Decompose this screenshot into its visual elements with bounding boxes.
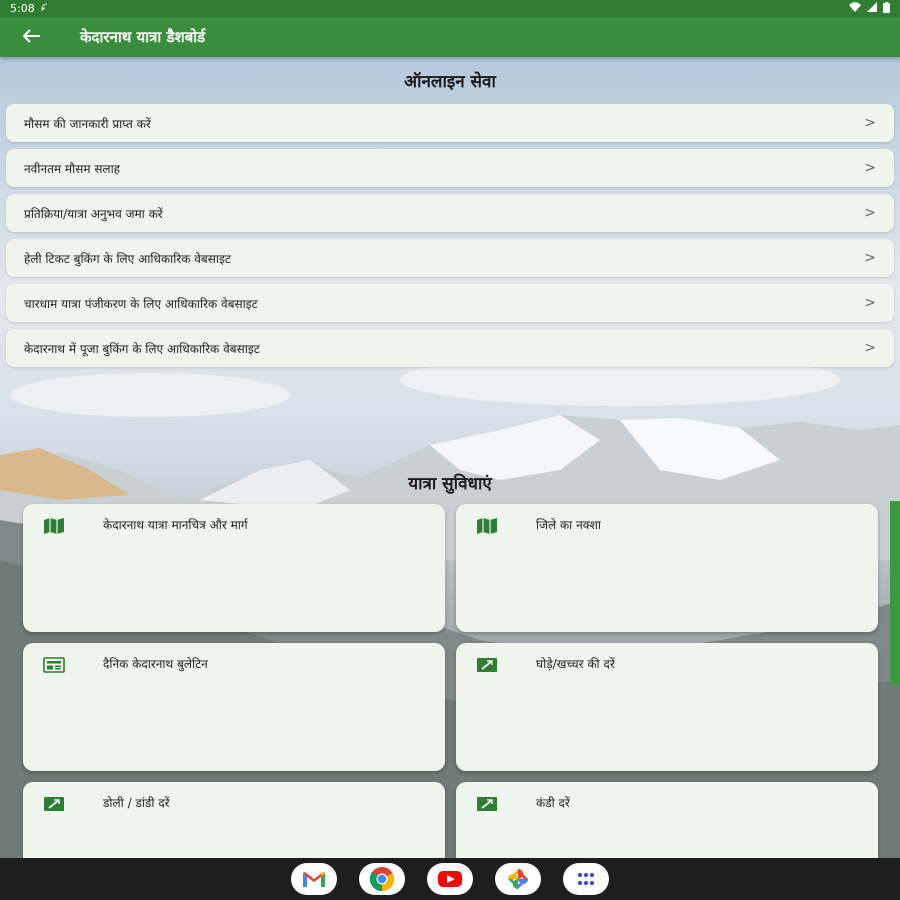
back-button[interactable] xyxy=(10,17,54,57)
facility-card-label: घोड़े/खच्चर की दरें xyxy=(536,657,615,671)
page-title: केदारनाथ यात्रा डैशबोर्ड xyxy=(80,28,206,46)
online-services-title: ऑनलाइन सेवा xyxy=(404,72,496,92)
facility-card-label: केदारनाथ यात्रा मानचित्र और मार्ग xyxy=(103,518,248,532)
chevron-right-icon: > xyxy=(864,205,876,221)
facility-card-label: कंडी दरें xyxy=(536,796,570,810)
app-drawer-icon[interactable] xyxy=(563,863,609,895)
facility-card-daily-bulletin[interactable]: दैनिक केदारनाथ बुलेटिन xyxy=(23,643,445,771)
map-icon xyxy=(476,518,498,534)
scrollbar-thumb[interactable] xyxy=(890,501,900,685)
service-item-chardham-registration[interactable]: चारधाम यात्रा पंजीकरण के लिए आधिकारिक वे… xyxy=(6,284,894,322)
back-arrow-icon xyxy=(22,28,41,47)
facility-card-label: डोली / डांडी दरें xyxy=(103,796,170,810)
online-services-list: मौसम की जानकारी प्राप्त करें > नवीनतम मौ… xyxy=(6,104,894,374)
map-icon xyxy=(43,518,65,534)
money-icon xyxy=(476,657,498,673)
chrome-icon[interactable] xyxy=(359,863,405,895)
youtube-icon[interactable] xyxy=(427,863,473,895)
gmail-icon[interactable] xyxy=(291,863,337,895)
navigation-dock xyxy=(0,858,900,900)
service-item-label: मौसम की जानकारी प्राप्त करें xyxy=(24,116,151,131)
service-item-label: नवीनतम मौसम सलाह xyxy=(24,161,121,176)
facilities-title: यात्रा सुविधाएं xyxy=(408,474,492,494)
service-item-label: चारधाम यात्रा पंजीकरण के लिए आधिकारिक वे… xyxy=(24,296,258,311)
chevron-right-icon: > xyxy=(864,160,876,176)
money-icon xyxy=(476,796,498,812)
service-item-weather-info[interactable]: मौसम की जानकारी प्राप्त करें > xyxy=(6,104,894,142)
service-item-puja-booking[interactable]: केदारनाथ में पूजा बुकिंग के लिए आधिकारिक… xyxy=(6,329,894,367)
money-icon xyxy=(43,796,65,812)
service-item-heli-booking[interactable]: हेली टिकट बुकिंग के लिए आधिकारिक वेबसाइट… xyxy=(6,239,894,277)
status-bar: 5:08 xyxy=(0,0,900,17)
app-bar: केदारनाथ यात्रा डैशबोर्ड xyxy=(0,17,900,57)
battery-icon xyxy=(883,1,890,16)
service-item-weather-advisory[interactable]: नवीनतम मौसम सलाह > xyxy=(6,149,894,187)
chevron-right-icon: > xyxy=(864,250,876,266)
newspaper-icon xyxy=(43,657,65,673)
chevron-right-icon: > xyxy=(864,115,876,131)
facility-card-district-map[interactable]: जिले का नक्शा xyxy=(456,504,878,632)
signal-icon xyxy=(867,2,877,15)
chevron-right-icon: > xyxy=(864,340,876,356)
chevron-right-icon: > xyxy=(864,295,876,311)
cast-icon xyxy=(41,2,55,15)
service-item-label: प्रतिक्रिया/यात्रा अनुभव जमा करें xyxy=(24,206,163,221)
photos-icon[interactable] xyxy=(495,863,541,895)
status-time: 5:08 xyxy=(10,2,35,15)
service-item-label: केदारनाथ में पूजा बुकिंग के लिए आधिकारिक… xyxy=(24,341,260,356)
facility-card-label: दैनिक केदारनाथ बुलेटिन xyxy=(103,657,208,671)
wifi-icon xyxy=(849,2,861,15)
service-item-feedback[interactable]: प्रतिक्रिया/यात्रा अनुभव जमा करें > xyxy=(6,194,894,232)
facility-card-yatra-map[interactable]: केदारनाथ यात्रा मानचित्र और मार्ग xyxy=(23,504,445,632)
facility-card-label: जिले का नक्शा xyxy=(536,518,602,532)
facility-card-horse-mule-rates[interactable]: घोड़े/खच्चर की दरें xyxy=(456,643,878,771)
service-item-label: हेली टिकट बुकिंग के लिए आधिकारिक वेबसाइट xyxy=(24,251,231,266)
dashboard-content[interactable]: ऑनलाइन सेवा मौसम की जानकारी प्राप्त करें… xyxy=(0,57,900,900)
